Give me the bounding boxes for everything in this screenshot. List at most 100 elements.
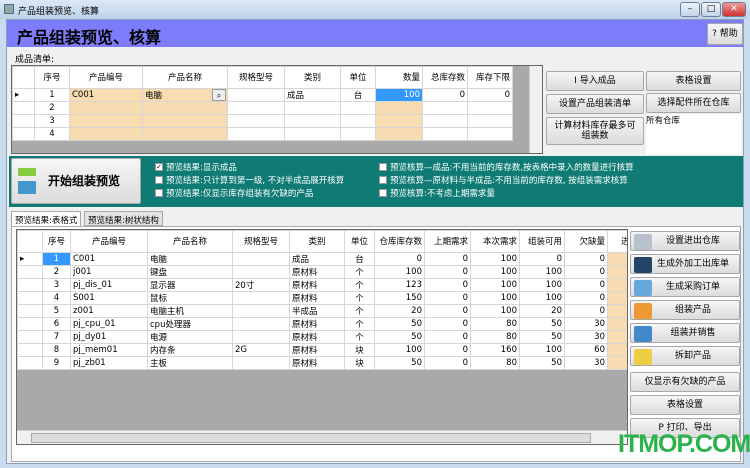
table-cell[interactable]: 1 bbox=[42, 252, 71, 266]
table-cell[interactable] bbox=[232, 317, 290, 331]
table-cell[interactable]: 4 bbox=[34, 127, 70, 141]
column-header[interactable]: 类别 bbox=[289, 230, 345, 253]
table-cell[interactable] bbox=[340, 101, 376, 115]
table-cell[interactable]: 原材料 bbox=[289, 356, 345, 370]
table-cell[interactable] bbox=[284, 127, 341, 141]
table-cell[interactable]: 0 bbox=[424, 330, 471, 344]
row-indicator[interactable] bbox=[17, 343, 43, 357]
table-cell[interactable] bbox=[232, 291, 290, 305]
row-indicator[interactable] bbox=[17, 278, 43, 292]
column-header[interactable]: 单位 bbox=[344, 230, 375, 253]
table-cell[interactable]: 5 bbox=[42, 304, 71, 318]
table-cell[interactable]: 0 bbox=[422, 88, 468, 102]
table-cell[interactable]: 100 bbox=[470, 265, 520, 279]
table-cell[interactable]: 100 bbox=[470, 252, 520, 266]
set-bom-button[interactable]: 设置产品组装清单 bbox=[546, 94, 644, 114]
table-cell[interactable]: cpu处理器 bbox=[147, 317, 233, 331]
start-preview-button[interactable]: 开始组装预览 bbox=[11, 158, 141, 204]
result-grid[interactable]: 序号产品编号产品名称规格型号类别单位仓库库存数上期需求本次需求组装可用欠缺量进出… bbox=[16, 229, 628, 445]
checkbox[interactable] bbox=[379, 176, 387, 184]
column-header[interactable]: 总库存数 bbox=[422, 66, 468, 89]
preview-option-checkbox[interactable]: 预览结果:只计算到第一级, 不对半成品展开核算 bbox=[155, 174, 344, 186]
side-button[interactable]: 组装产品 bbox=[630, 300, 740, 320]
table-cell[interactable]: pj_zb01 bbox=[70, 356, 148, 370]
column-header[interactable]: 产品名称 bbox=[147, 230, 233, 253]
table-row[interactable]: 6 pj_cpu_01 cpu处理器 原材料个 50 0 80 50 30 bbox=[17, 317, 627, 331]
checkbox[interactable] bbox=[379, 163, 387, 171]
side-button[interactable]: 设置进出仓库 bbox=[630, 231, 740, 251]
row-indicator[interactable] bbox=[12, 101, 35, 115]
table-cell[interactable] bbox=[69, 114, 143, 128]
table-row[interactable]: 7 pj_dy01 电源 原材料个 50 0 80 50 30 bbox=[17, 330, 627, 344]
table-row[interactable]: ▸ 1 C001 电脑 成品台 0 0 100 0 0 bbox=[17, 252, 627, 266]
table-cell[interactable]: 个 bbox=[344, 265, 375, 279]
table-cell[interactable]: 台 bbox=[340, 88, 376, 102]
side-button[interactable]: 生成外加工出库单 bbox=[630, 254, 740, 274]
table-cell[interactable]: 原材料 bbox=[289, 317, 345, 331]
table-cell[interactable] bbox=[340, 127, 376, 141]
table-cell[interactable]: 原材料 bbox=[289, 265, 345, 279]
side-button[interactable]: 仅显示有欠缺的产品 bbox=[630, 372, 740, 392]
table-cell[interactable]: j001 bbox=[70, 265, 148, 279]
table-cell[interactable]: 显示器 bbox=[147, 278, 233, 292]
horizontal-scrollbar[interactable] bbox=[17, 430, 627, 444]
table-cell[interactable] bbox=[607, 278, 627, 292]
import-products-button[interactable]: I 导入成品 bbox=[546, 71, 644, 91]
table-cell[interactable]: 3 bbox=[34, 114, 70, 128]
preview-option-checkbox[interactable]: 预览结果:仅显示库存组装有欠缺的产品 bbox=[155, 187, 313, 199]
table-cell[interactable]: 0 bbox=[564, 278, 608, 292]
table-cell[interactable]: 原材料 bbox=[289, 278, 345, 292]
table-cell[interactable]: 9 bbox=[42, 356, 71, 370]
table-cell[interactable]: 50 bbox=[374, 356, 425, 370]
table-cell[interactable] bbox=[232, 265, 290, 279]
table-cell[interactable] bbox=[232, 252, 290, 266]
table-cell[interactable] bbox=[422, 127, 468, 141]
column-header[interactable]: 数量 bbox=[375, 66, 423, 89]
table-cell[interactable]: 100 bbox=[375, 88, 423, 102]
table-cell[interactable]: 电源 bbox=[147, 330, 233, 344]
checkbox[interactable] bbox=[379, 189, 387, 197]
table-cell[interactable]: 30 bbox=[564, 317, 608, 331]
column-header[interactable]: 本次需求 bbox=[470, 230, 520, 253]
column-header[interactable]: 单位 bbox=[340, 66, 376, 89]
column-header[interactable]: 规格型号 bbox=[232, 230, 290, 253]
table-cell[interactable]: 100 bbox=[374, 343, 425, 357]
table-cell[interactable] bbox=[284, 101, 341, 115]
table-row[interactable]: 2 j001 键盘 原材料个 100 0 100 100 0 bbox=[17, 265, 627, 279]
table-cell[interactable]: 100 bbox=[374, 265, 425, 279]
maximize-button[interactable]: □ bbox=[701, 2, 721, 17]
table-cell[interactable]: S001 bbox=[70, 291, 148, 305]
table-cell[interactable] bbox=[607, 265, 627, 279]
table-cell[interactable]: 电脑 ⌕ bbox=[142, 88, 228, 102]
table-cell[interactable]: 60 bbox=[564, 343, 608, 357]
table-cell[interactable]: 6 bbox=[42, 317, 71, 331]
table-cell[interactable]: 2G bbox=[232, 343, 290, 357]
column-header[interactable]: 上期需求 bbox=[424, 230, 471, 253]
table-cell[interactable] bbox=[467, 114, 513, 128]
table-cell[interactable]: 100 bbox=[519, 291, 565, 305]
table-cell[interactable] bbox=[69, 127, 143, 141]
search-icon[interactable]: ⌕ bbox=[212, 89, 226, 101]
table-cell[interactable] bbox=[142, 114, 228, 128]
table-cell[interactable] bbox=[422, 101, 468, 115]
table-cell[interactable]: 个 bbox=[344, 278, 375, 292]
table-cell[interactable] bbox=[340, 114, 376, 128]
table-cell[interactable]: 0 bbox=[424, 356, 471, 370]
table-row[interactable]: 5 z001 电脑主机 半成品个 20 0 100 20 0 bbox=[17, 304, 627, 318]
preview-option-checkbox[interactable]: 预览核算:不考虑上期需求量 bbox=[379, 187, 495, 199]
table-cell[interactable]: 0 bbox=[424, 317, 471, 331]
warehouse-value[interactable]: 所有仓库 bbox=[646, 116, 680, 126]
table-cell[interactable]: pj_dis_01 bbox=[70, 278, 148, 292]
table-cell[interactable] bbox=[607, 291, 627, 305]
table-cell[interactable]: 80 bbox=[470, 330, 520, 344]
table-cell[interactable] bbox=[467, 127, 513, 141]
table-cell[interactable] bbox=[227, 114, 285, 128]
table-cell[interactable] bbox=[227, 88, 285, 102]
table-cell[interactable]: 0 bbox=[424, 291, 471, 305]
column-header[interactable]: 规格型号 bbox=[227, 66, 285, 89]
table-cell[interactable] bbox=[227, 101, 285, 115]
preview-option-checkbox[interactable]: ✓ 预览结果:显示成品 bbox=[155, 161, 237, 173]
column-header[interactable]: 库存下限 bbox=[467, 66, 513, 89]
row-indicator[interactable] bbox=[17, 265, 43, 279]
table-cell[interactable]: 50 bbox=[519, 330, 565, 344]
